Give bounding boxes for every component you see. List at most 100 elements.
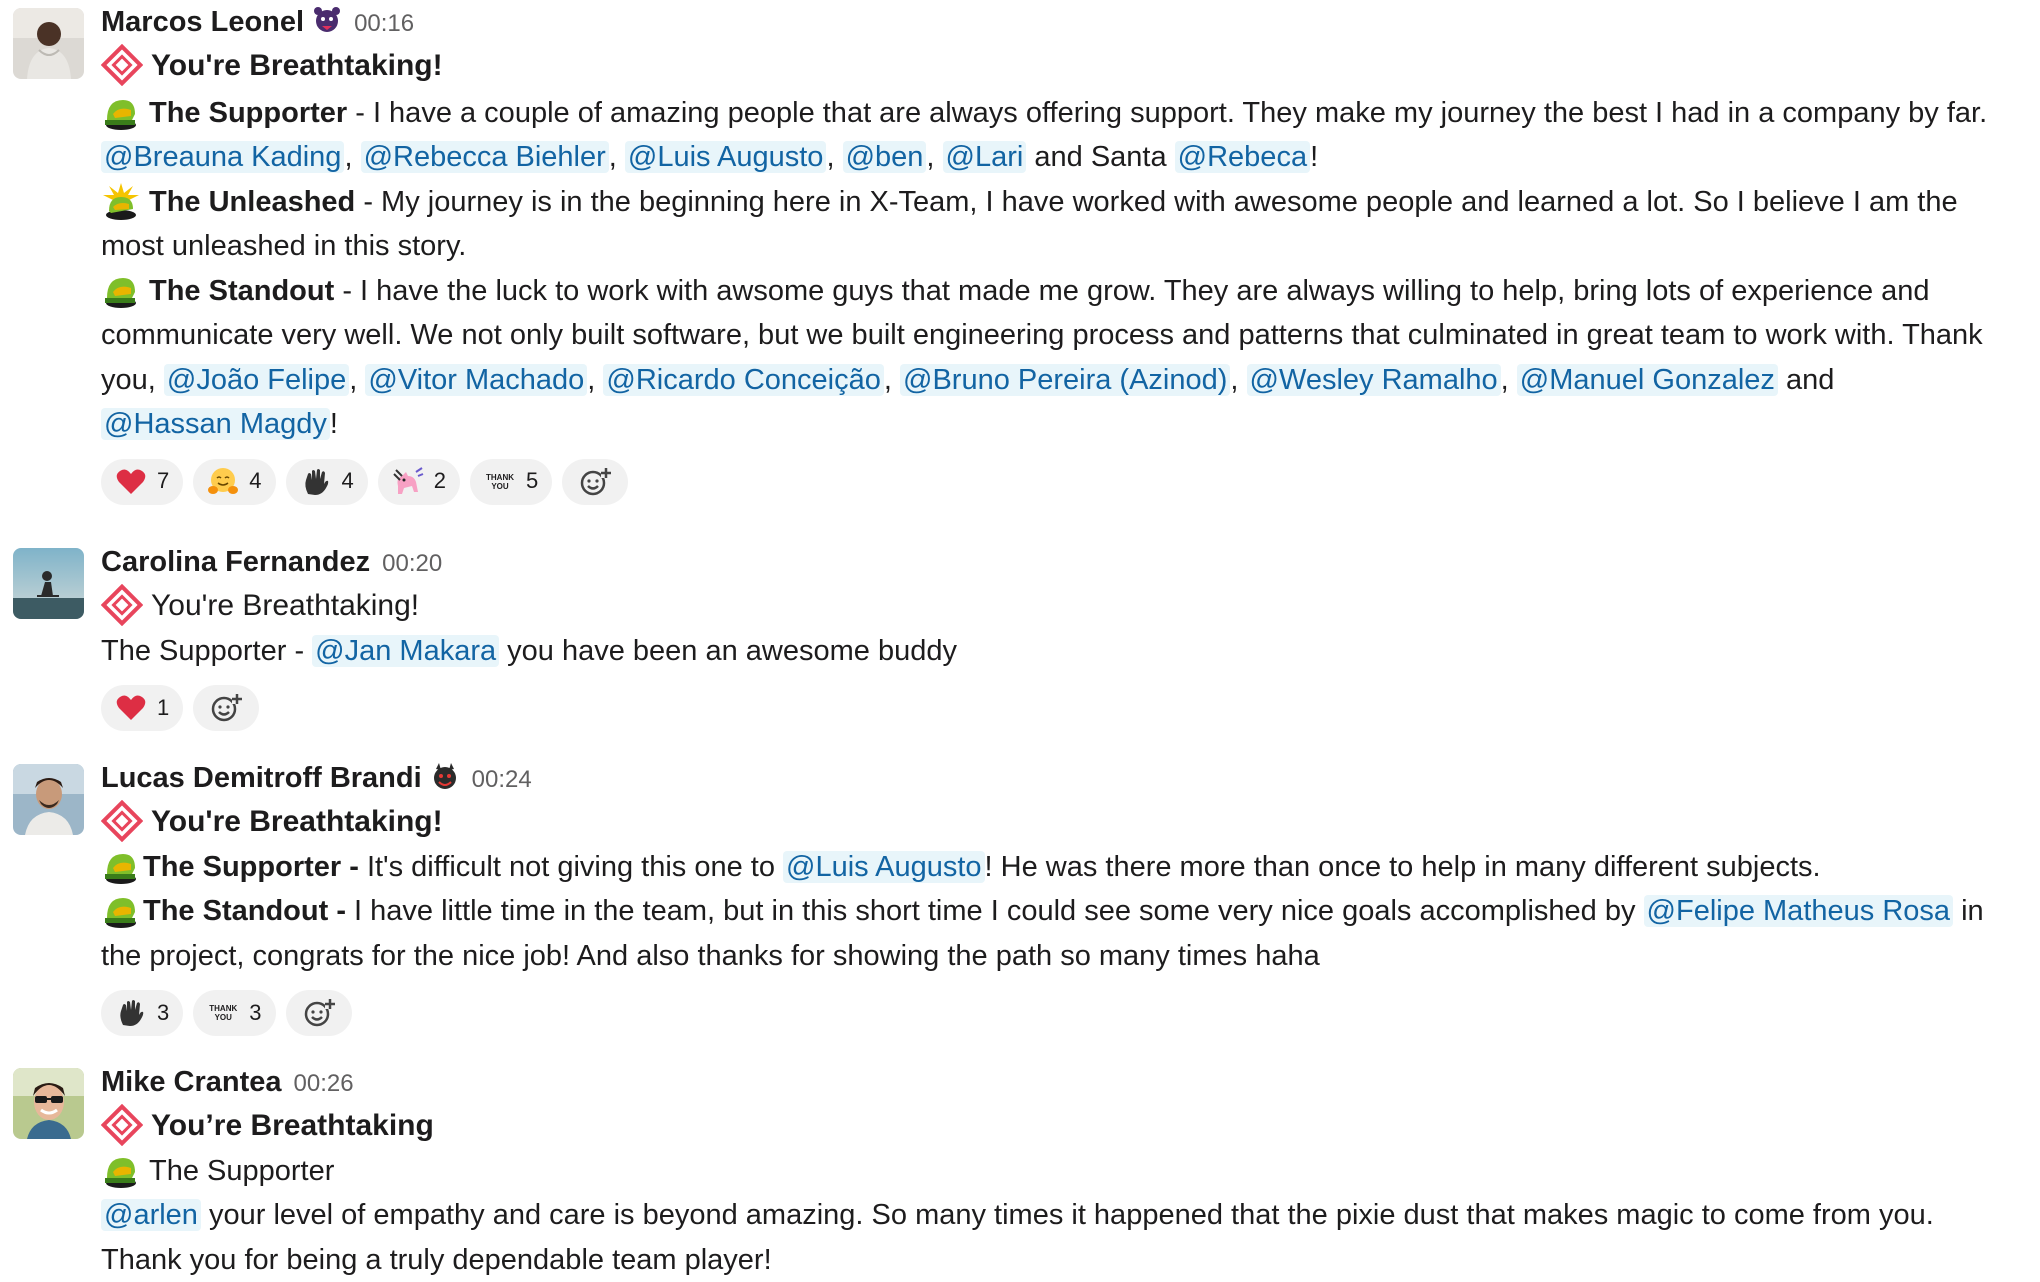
reaction-count: 5 <box>526 468 539 494</box>
category-label: The Standout <box>149 274 335 307</box>
reaction-party-pony[interactable]: 2 <box>377 458 460 505</box>
user-mention[interactable]: @Rebeca <box>1174 141 1311 173</box>
message-text: you have been an awesome buddy <box>499 634 957 667</box>
standout-paragraph: The Standout - I have little time in the… <box>101 889 2016 978</box>
user-mention[interactable]: @Jan Makara <box>312 634 500 667</box>
message-title-line: You're Breathtaking! <box>101 584 2016 629</box>
category-label: The Supporter - <box>143 850 359 883</box>
heart-icon <box>115 466 147 498</box>
message-text: and <box>1785 363 1835 396</box>
party-pony-icon <box>392 466 424 498</box>
user-mention[interactable]: @Manuel Gonzalez <box>1516 363 1778 396</box>
author-name[interactable]: Mike Crantea <box>101 1066 282 1098</box>
message-body: @arlen your level of empathy and care is… <box>101 1193 2016 1282</box>
timestamp[interactable]: 00:20 <box>382 550 442 577</box>
message-text: and Santa <box>1034 141 1167 173</box>
add-reaction-icon <box>579 466 611 498</box>
user-mention[interactable]: @Lari <box>942 141 1027 173</box>
user-mention[interactable]: @Wesley Ramalho <box>1246 363 1501 396</box>
avatar[interactable] <box>13 548 84 619</box>
add-reaction-button[interactable] <box>193 685 260 731</box>
reaction-heart[interactable]: 7 <box>101 458 184 505</box>
breathtaking-diamond-icon <box>101 1104 143 1146</box>
message-title: You're Breathtaking! <box>151 805 443 838</box>
category-label: The Supporter - <box>101 634 313 667</box>
user-mention[interactable]: @Rebecca Biehler <box>360 141 609 173</box>
reaction-count: 1 <box>157 694 170 720</box>
reactions-bar: 7 4 4 2 THANK YOU 5 <box>101 458 2016 505</box>
supporter-helmet-icon <box>101 92 141 132</box>
message-header: Marcos Leonel 00:16 <box>101 0 2016 44</box>
reaction-hugging-face[interactable]: 4 <box>193 458 276 505</box>
user-mention[interactable]: @ben <box>842 141 927 173</box>
supporter-paragraph: The Supporter - I have a couple of amazi… <box>101 91 2016 180</box>
author-name[interactable]: Carolina Fernandez <box>101 546 370 578</box>
timestamp[interactable]: 00:24 <box>472 766 532 793</box>
avatar[interactable] <box>13 8 84 79</box>
reaction-count: 4 <box>341 468 354 494</box>
thank-you-icon: THANK YOU <box>486 472 514 491</box>
standout-helmet-icon <box>101 890 141 930</box>
reaction-wave-hand[interactable]: 4 <box>285 458 368 505</box>
thank-you-icon: THANK YOU <box>209 1004 238 1022</box>
user-mention[interactable]: @Ricardo Conceição <box>603 363 884 396</box>
message-title-line: You’re Breathtaking <box>101 1104 2016 1149</box>
reactions-bar: 3 THANK YOU 3 <box>101 990 2016 1036</box>
message-header: Carolina Fernandez 00:20 <box>101 540 2016 584</box>
timestamp[interactable]: 00:26 <box>294 1070 354 1097</box>
add-reaction-button[interactable] <box>285 990 352 1036</box>
reaction-heart[interactable]: 1 <box>101 685 184 731</box>
reaction-wave-hand[interactable]: 3 <box>101 990 184 1036</box>
message-text: I have little time in the team, but in t… <box>345 895 1644 927</box>
reaction-thank-you[interactable]: THANK YOU 3 <box>193 990 276 1036</box>
standout-helmet-icon <box>101 270 141 310</box>
user-mention[interactable]: @Felipe Matheus Rosa <box>1643 895 1954 927</box>
avatar[interactable] <box>13 764 84 835</box>
add-reaction-icon <box>303 997 335 1029</box>
supporter-helmet-icon <box>101 846 141 886</box>
reaction-count: 3 <box>157 999 170 1025</box>
unleashed-paragraph: The Unleashed - My journey is in the beg… <box>101 180 2016 269</box>
supporter-line: The Supporter <box>101 1149 2016 1194</box>
breathtaking-diamond-icon <box>101 44 143 86</box>
reaction-count: 7 <box>157 468 170 494</box>
message-text: - I have the luck to work with awsome gu… <box>101 274 1930 352</box>
category-label: The Supporter <box>149 1154 335 1187</box>
user-mention[interactable]: @Bruno Pereira (Azinod) <box>900 363 1231 396</box>
standout-paragraph: The Standout - I have the luck to work w… <box>101 269 2016 447</box>
supporter-helmet-icon <box>101 1150 141 1190</box>
message-text: - My journey is in the beginning here in… <box>101 185 1958 263</box>
avatar[interactable] <box>13 1068 84 1139</box>
heart-icon <box>115 692 147 724</box>
category-label: The Unleashed <box>149 185 356 218</box>
reaction-count: 4 <box>249 468 262 494</box>
reaction-count: 2 <box>433 468 446 494</box>
user-mention[interactable]: @arlen <box>101 1199 201 1231</box>
message-title-line: You're Breathtaking! <box>101 800 2016 845</box>
reaction-count: 3 <box>249 999 262 1025</box>
message-header: Mike Crantea 00:26 <box>101 1060 2016 1104</box>
user-mention[interactable]: @Vitor Machado <box>365 363 588 396</box>
user-mention[interactable]: @Luis Augusto <box>624 141 827 173</box>
user-mention[interactable]: @Breauna Kading <box>101 141 345 173</box>
user-mention[interactable]: @Luis Augusto <box>783 850 985 883</box>
author-name[interactable]: Lucas Demitroff Brandi <box>101 762 422 794</box>
unleashed-helmet-icon <box>101 181 141 221</box>
devil-status-icon <box>433 763 456 789</box>
add-reaction-icon <box>210 692 242 724</box>
reaction-thank-you[interactable]: THANK YOU 5 <box>470 458 553 505</box>
breathtaking-diamond-icon <box>101 584 143 626</box>
wave-hand-icon <box>115 997 147 1029</box>
hugging-face-icon <box>207 466 239 498</box>
message-feed: Marcos Leonel 00:16 You're Breathtaking! … <box>0 0 2040 1276</box>
add-reaction-button[interactable] <box>562 458 629 505</box>
message-title: You’re Breathtaking <box>151 1109 434 1142</box>
author-name[interactable]: Marcos Leonel <box>101 6 304 38</box>
user-mention[interactable]: @Hassan Magdy <box>101 408 330 440</box>
user-mention[interactable]: @João Felipe <box>163 363 350 396</box>
timestamp[interactable]: 00:16 <box>354 10 414 37</box>
wave-hand-icon <box>300 466 332 498</box>
message-text: ! He was there more than once to help in… <box>984 850 1821 883</box>
supporter-paragraph: The Supporter - It's difficult not givin… <box>101 845 2016 890</box>
category-label: The Supporter <box>149 96 348 129</box>
